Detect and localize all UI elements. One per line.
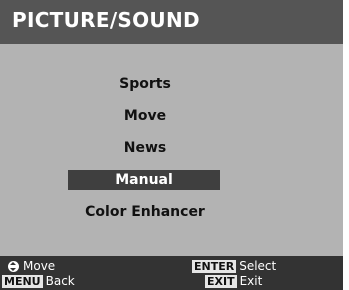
move-hint: Move <box>8 259 55 274</box>
back-hint-label: Back <box>45 274 75 288</box>
select-hint: ENTER Select <box>192 259 276 274</box>
picture-sound-menu: PICTURE/SOUND Sports Move News Manual Co… <box>0 0 343 290</box>
enter-key[interactable]: ENTER <box>192 260 237 273</box>
menu-item-sports[interactable]: Sports <box>0 74 290 94</box>
menu-key[interactable]: MENU <box>2 275 43 288</box>
up-down-arrow-icon <box>8 261 19 272</box>
move-hint-label: Move <box>23 259 56 273</box>
exit-hint: EXIT Exit <box>205 274 262 289</box>
menu-item-move[interactable]: Move <box>0 106 290 126</box>
button-hint-bar: Move MENU Back ENTER Select EXIT Exit <box>0 256 343 290</box>
title-bar: PICTURE/SOUND <box>0 0 343 44</box>
menu-item-news[interactable]: News <box>0 138 290 158</box>
exit-key[interactable]: EXIT <box>205 275 237 288</box>
tv-screen: PICTURE/SOUND Sports Move News Manual Co… <box>0 0 349 290</box>
menu-item-color-enhancer[interactable]: Color Enhancer <box>0 202 290 222</box>
back-hint: MENU Back <box>2 274 75 289</box>
exit-hint-label: Exit <box>239 274 263 288</box>
menu-title: PICTURE/SOUND <box>12 8 200 32</box>
menu-item-manual[interactable]: Manual <box>68 170 220 190</box>
select-hint-label: Select <box>239 259 277 273</box>
